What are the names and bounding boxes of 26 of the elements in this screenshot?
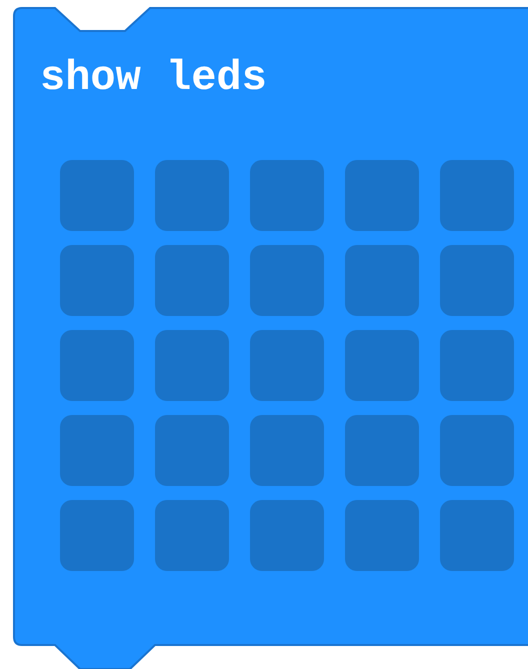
led-cell[interactable] — [440, 500, 514, 571]
led-cell[interactable] — [250, 500, 324, 571]
led-cell[interactable] — [60, 245, 134, 316]
led-cell[interactable] — [440, 330, 514, 401]
led-cell[interactable] — [345, 500, 419, 571]
led-cell[interactable] — [250, 415, 324, 486]
led-cell[interactable] — [345, 330, 419, 401]
led-cell[interactable] — [345, 415, 419, 486]
led-cell[interactable] — [345, 160, 419, 231]
led-cell[interactable] — [155, 330, 229, 401]
led-cell[interactable] — [440, 245, 514, 316]
led-cell[interactable] — [345, 245, 419, 316]
led-cell[interactable] — [155, 160, 229, 231]
led-cell[interactable] — [60, 160, 134, 231]
led-cell[interactable] — [155, 500, 229, 571]
led-cell[interactable] — [155, 415, 229, 486]
led-cell[interactable] — [250, 160, 324, 231]
led-cell[interactable] — [60, 330, 134, 401]
led-cell[interactable] — [250, 330, 324, 401]
led-cell[interactable] — [60, 500, 134, 571]
block-label: show leds — [40, 54, 267, 102]
led-cell[interactable] — [60, 415, 134, 486]
led-cell[interactable] — [440, 160, 514, 231]
led-cell[interactable] — [440, 415, 514, 486]
led-cell[interactable] — [155, 245, 229, 316]
led-cell[interactable] — [250, 245, 324, 316]
